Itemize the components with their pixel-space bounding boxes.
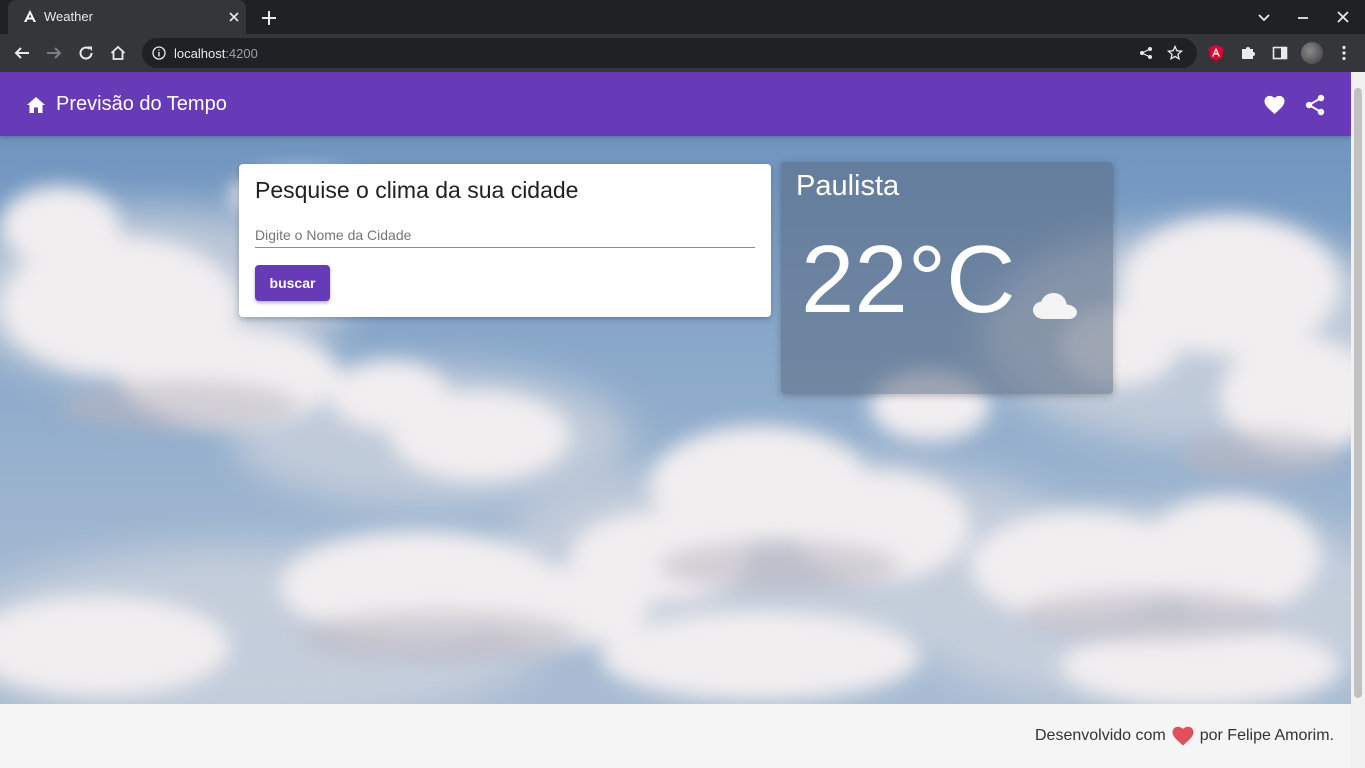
scrollbar-thumb[interactable] (1354, 88, 1362, 698)
app-toolbar: Previsão do Tempo (0, 72, 1351, 136)
page-footer: Desenvolvido com por Felipe Amorim. (0, 704, 1351, 768)
cloud-icon (1033, 293, 1077, 319)
heart-icon (1172, 726, 1194, 746)
reload-icon[interactable] (77, 44, 95, 62)
browser-toolbar: localhost:4200 (0, 34, 1365, 72)
browser-tab[interactable]: Weather (8, 0, 246, 34)
forward-icon[interactable] (45, 44, 63, 62)
browser-tabbar: Weather (0, 0, 1365, 34)
angular-favicon-icon (24, 10, 36, 22)
footer-prefix: Desenvolvido com (1035, 727, 1166, 744)
page-scrollbar[interactable] (1351, 72, 1365, 768)
minimize-icon[interactable] (1295, 9, 1311, 25)
share-page-icon[interactable] (1139, 46, 1153, 60)
share-icon[interactable] (1305, 94, 1325, 116)
url-text: localhost:4200 (174, 46, 258, 61)
city-name: Paulista (796, 170, 900, 202)
side-panel-icon[interactable] (1271, 44, 1289, 62)
home-icon[interactable] (26, 95, 46, 115)
footer-credit: Desenvolvido com por Felipe Amorim. (1035, 726, 1334, 746)
search-card: Pesquise o clima da sua cidade buscar (239, 164, 771, 317)
browser-menu-icon[interactable] (1335, 44, 1353, 62)
weather-card: Paulista 22°C (781, 162, 1113, 394)
site-info-icon[interactable] (152, 46, 166, 60)
tab-title: Weather (44, 9, 93, 24)
tab-search-chevron-icon[interactable] (1256, 9, 1272, 25)
temperature-value: 22°C (801, 226, 1016, 333)
home-icon[interactable] (109, 44, 127, 62)
new-tab-icon[interactable] (260, 9, 278, 27)
search-button[interactable]: buscar (255, 265, 330, 301)
footer-suffix: por Felipe Amorim. (1199, 727, 1334, 744)
extensions-puzzle-icon[interactable] (1239, 44, 1257, 62)
search-card-title: Pesquise o clima da sua cidade (255, 177, 579, 203)
app-title: Previsão do Tempo (56, 93, 227, 115)
profile-avatar[interactable] (1301, 42, 1323, 64)
back-icon[interactable] (13, 44, 31, 62)
address-bar[interactable]: localhost:4200 (142, 38, 1197, 68)
close-tab-icon[interactable] (226, 9, 242, 25)
close-window-icon[interactable] (1335, 9, 1351, 25)
city-search-input[interactable] (255, 222, 755, 248)
bookmark-star-icon[interactable] (1167, 45, 1183, 61)
favorite-heart-icon[interactable] (1264, 95, 1285, 115)
page-viewport: Previsão do Tempo Pesquise o clima da su… (0, 72, 1351, 768)
angular-devtools-extension-icon[interactable] (1207, 44, 1225, 62)
